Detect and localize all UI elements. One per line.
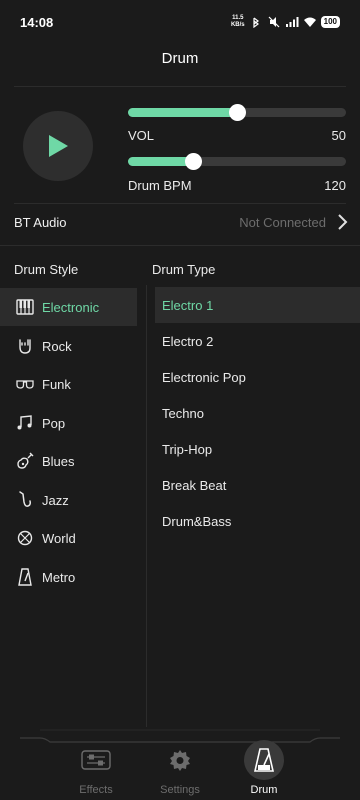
chevron-right-icon[interactable] [336, 213, 348, 231]
play-button[interactable] [23, 111, 93, 181]
saxophone-icon [16, 491, 34, 509]
rock-hand-icon [16, 337, 34, 355]
play-icon [49, 135, 68, 157]
status-bar: 14:08 11.5 KB/s 100 [0, 0, 360, 44]
style-item-metro[interactable]: Metro [0, 558, 137, 596]
volume-value: 50 [331, 128, 346, 143]
type-item[interactable]: Electro 2 [155, 323, 360, 359]
style-item-electronic[interactable]: Electronic [0, 288, 137, 326]
style-item-rock[interactable]: Rock [0, 327, 137, 365]
style-label: Blues [42, 453, 75, 469]
keyboard-icon [16, 298, 34, 316]
music-notes-icon [16, 414, 34, 432]
style-label: Metro [42, 569, 76, 585]
divider [14, 86, 346, 87]
type-item[interactable]: Trip-Hop [155, 431, 360, 467]
bpm-label: Drum BPM [128, 178, 192, 193]
nav-effects[interactable]: Effects [61, 740, 131, 800]
metronome-icon [244, 740, 284, 780]
net-speed-value: 11.5 [232, 15, 244, 21]
status-time: 14:08 [20, 14, 54, 30]
net-speed-unit: KB/s [230, 22, 245, 28]
style-label: Rock [42, 338, 72, 354]
volume-label: VOL [128, 128, 155, 143]
volume-slider-thumb[interactable] [229, 104, 246, 121]
globe-icon [16, 529, 34, 547]
style-item-funk[interactable]: Funk [0, 365, 137, 403]
drum-type-heading: Drum Type [152, 262, 216, 277]
type-item[interactable]: Break Beat [155, 467, 360, 503]
type-item[interactable]: Electronic Pop [155, 359, 360, 395]
signal-icon [285, 17, 299, 27]
style-label: Electronic [42, 299, 100, 315]
nav-drum[interactable]: Drum [229, 740, 299, 800]
bpm-slider-fill [128, 157, 194, 166]
metronome-icon [16, 568, 34, 586]
nav-label: Settings [160, 784, 200, 796]
bpm-slider-thumb[interactable] [185, 153, 203, 170]
battery-indicator: 100 [320, 16, 340, 28]
sunglasses-icon [16, 375, 34, 393]
effects-icon [76, 740, 116, 780]
type-item[interactable]: Techno [155, 395, 360, 431]
column-divider [146, 285, 147, 727]
style-label: Funk [42, 376, 71, 392]
nav-label: Drum [250, 784, 278, 796]
divider [14, 203, 346, 204]
bt-audio-label: BT Audio [14, 215, 67, 230]
gear-icon [160, 740, 200, 780]
status-icons: 11.5 KB/s 100 [231, 15, 340, 29]
drum-style-heading: Drum Style [14, 262, 79, 277]
style-item-jazz[interactable]: Jazz [0, 481, 137, 519]
style-label: Pop [42, 415, 66, 431]
bt-status: Not Connected [239, 215, 326, 230]
page-title: Drum [161, 50, 199, 67]
wifi-icon [303, 17, 316, 27]
style-label: Jazz [42, 492, 69, 508]
guitar-icon [16, 452, 34, 470]
bpm-value: 120 [324, 178, 346, 193]
net-speed: 11.5 KB/s [231, 15, 245, 29]
mute-icon [268, 16, 280, 28]
nav-settings[interactable]: Settings [145, 740, 215, 800]
style-item-blues[interactable]: Blues [0, 442, 137, 480]
style-label: World [42, 530, 76, 546]
divider [0, 245, 360, 246]
style-item-pop[interactable]: Pop [0, 404, 137, 442]
type-item[interactable]: Electro 1 [155, 287, 360, 323]
volume-slider[interactable] [128, 104, 346, 121]
bpm-slider[interactable] [128, 153, 346, 170]
volume-slider-fill [128, 108, 237, 117]
bluetooth-icon [253, 17, 259, 28]
type-item[interactable]: Drum&Bass [155, 503, 360, 539]
nav-label: Effects [79, 784, 113, 796]
style-item-world[interactable]: World [0, 519, 137, 557]
